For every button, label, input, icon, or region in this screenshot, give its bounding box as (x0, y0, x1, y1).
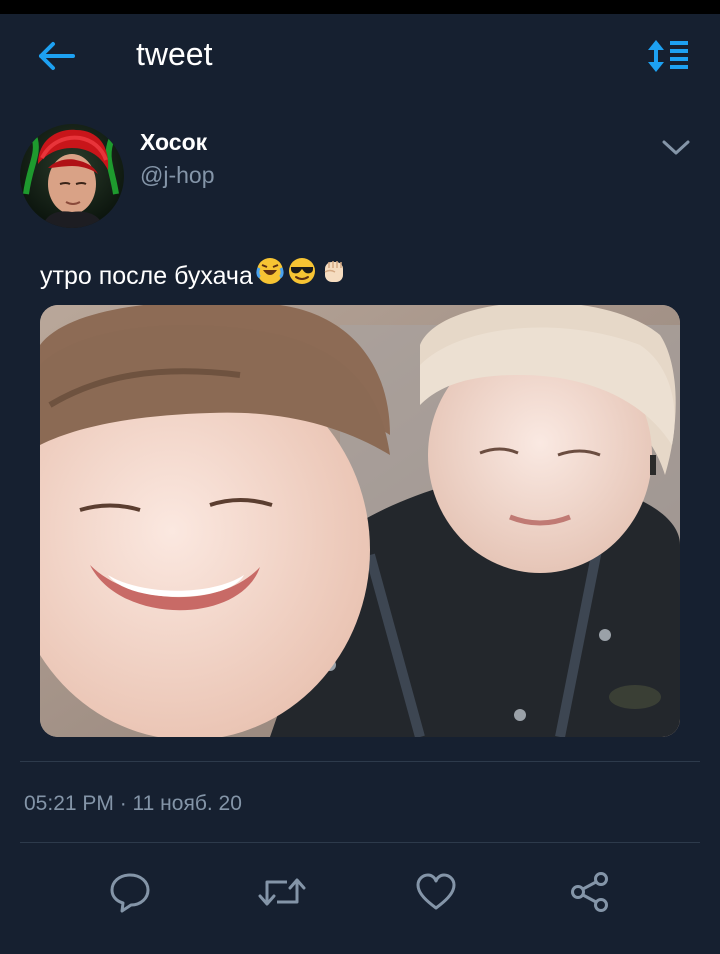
sunglasses-emoji-icon (287, 256, 317, 295)
heart-icon (416, 873, 456, 910)
share-icon (571, 872, 608, 912)
sort-list-icon (648, 40, 688, 72)
tweet-text: утро после бухача (40, 256, 349, 295)
reply-button[interactable] (104, 866, 156, 918)
divider-bottom (20, 842, 700, 843)
retweet-icon (258, 878, 306, 906)
share-button[interactable] (564, 866, 616, 918)
tweet-photo[interactable] (40, 305, 680, 737)
raised-fist-emoji-icon (319, 256, 349, 295)
laughing-emoji-icon (255, 256, 285, 295)
arrow-left-icon (39, 42, 75, 70)
like-button[interactable] (410, 866, 462, 918)
author-name[interactable]: Хосок (140, 128, 207, 156)
header-bar: tweet (0, 14, 720, 110)
status-bar (0, 0, 720, 14)
page-title: tweet (136, 36, 213, 72)
tweet-timestamp: 05:21 PM · 11 нояб. 20 (24, 792, 242, 815)
chevron-down-icon (662, 140, 690, 155)
sort-button[interactable] (640, 34, 696, 78)
back-button[interactable] (30, 36, 84, 76)
tweet-text-content: утро после бухача (40, 261, 253, 290)
retweet-button[interactable] (256, 866, 308, 918)
avatar[interactable] (20, 124, 124, 228)
tweet-options-button[interactable] (658, 134, 694, 162)
author-handle[interactable]: @j-hop (140, 161, 215, 189)
divider-top (20, 761, 700, 762)
speech-bubble-icon (110, 873, 150, 913)
